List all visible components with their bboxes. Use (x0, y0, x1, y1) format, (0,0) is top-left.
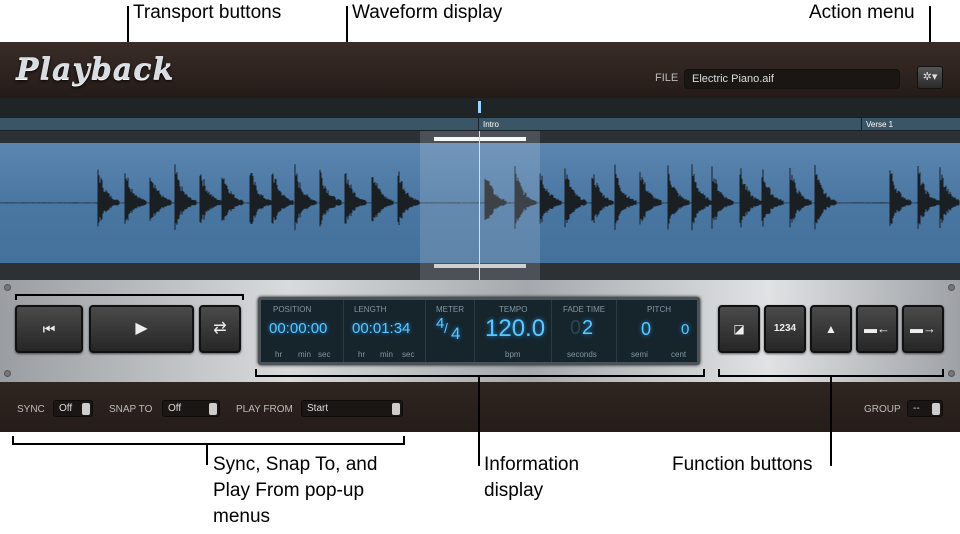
loop-icon: ⇄ (213, 320, 227, 337)
metronome-button[interactable]: ▲ (810, 305, 852, 353)
callout-action-menu: Action menu (809, 2, 915, 23)
pitch-semi-value: 0 (641, 319, 652, 339)
skip-back-icon: ⏮ (42, 321, 56, 337)
callout-line: Sync, Snap To, and (213, 454, 378, 475)
callout-sync-snap-play: Sync, Snap To, and Play From pop-up menu… (213, 452, 377, 530)
arrow-right-icon: ▬→ (910, 321, 936, 336)
bracket (15, 294, 244, 296)
stepper-icon (209, 403, 217, 415)
file-label: FILE (655, 72, 679, 84)
meter-label: METER (436, 305, 464, 314)
callout-line: Play From pop-up (213, 480, 365, 501)
position-value: 00:00:00 (269, 320, 328, 337)
position-label: POSITION (273, 305, 312, 314)
tempo-unit: bpm (505, 350, 521, 359)
fade-time-label: FADE TIME (563, 305, 606, 314)
stepper-icon (392, 403, 400, 415)
metronome-icon: ▲ (825, 322, 837, 336)
callout-waveform: Waveform display (352, 2, 503, 23)
tempo-label: TEMPO (499, 305, 528, 314)
fade-time-value: 2 (582, 317, 594, 339)
go-to-start-button[interactable]: ⏮ (15, 305, 83, 353)
unit-sec: sec (318, 350, 331, 359)
pitch-semi-label: semi (631, 350, 648, 359)
length-value: 00:01:34 (352, 320, 411, 337)
unit-min: min (298, 350, 311, 359)
fade-icon: ◪ (733, 322, 745, 336)
fade-time-dim-digit: 0 (570, 317, 582, 339)
playback-plugin-window: Playback FILE Electric Piano.aif ✲▾ Intr… (0, 42, 960, 432)
information-display: POSITION 00:00:00 hr min sec LENGTH 00:0… (258, 297, 700, 365)
bracket (255, 375, 705, 377)
action-menu-button[interactable]: ✲▾ (917, 66, 943, 89)
unit-hr: hr (275, 350, 283, 359)
callout-transport: Transport buttons (133, 2, 282, 23)
pitch-cent-value: 0 (681, 321, 690, 338)
position-cell[interactable]: POSITION 00:00:00 hr min sec (261, 300, 344, 362)
play-button[interactable]: ▶ (89, 305, 194, 353)
callout-line: Information (484, 454, 580, 475)
sync-value: Off (59, 403, 73, 414)
snap-to-value: Off (168, 403, 182, 414)
meter-cell[interactable]: METER 4 / 4 (426, 300, 475, 362)
loop-button[interactable]: ⇄ (199, 305, 241, 353)
count-in-button[interactable]: 1234 (764, 305, 806, 353)
bracket (12, 443, 405, 445)
pitch-cent-label: cent (671, 350, 687, 359)
play-from-label: PLAY FROM (236, 404, 293, 415)
file-field[interactable]: Electric Piano.aif (684, 69, 900, 89)
length-cell[interactable]: LENGTH 00:01:34 hr min sec (344, 300, 426, 362)
sync-label: SYNC (17, 404, 45, 415)
playhead-marker[interactable] (478, 101, 481, 113)
stepper-icon (82, 403, 90, 415)
snap-to-popup[interactable]: Off (162, 400, 220, 417)
play-from-value: Start (307, 403, 329, 414)
pitch-cell[interactable]: PITCH 0 0 semi cent (617, 300, 697, 362)
marker-verse-1[interactable]: Verse 1 (861, 118, 960, 131)
group-value: -- (913, 403, 920, 414)
sync-popup[interactable]: Off (53, 400, 93, 417)
arrow-left-icon: ▬← (864, 321, 890, 336)
playhead-region[interactable] (420, 131, 540, 280)
unit-min: min (380, 350, 393, 359)
fade-button[interactable]: ◪ (718, 305, 760, 353)
callout-function: Function buttons (672, 454, 813, 475)
unit-sec: sec (402, 350, 415, 359)
group-popup[interactable]: -- (907, 400, 943, 417)
callout-line: display (484, 480, 544, 501)
tempo-value: 120.0 (485, 315, 546, 342)
header: Playback FILE Electric Piano.aif ✲▾ (0, 42, 960, 98)
marker-intro[interactable]: Intro (478, 118, 862, 131)
callout-information: Information display (484, 452, 579, 504)
pitch-label: PITCH (647, 305, 671, 314)
count-in-label: 1234 (773, 323, 797, 334)
stepper-icon (932, 403, 940, 415)
bottom-bar: SYNC Off SNAP TO Off PLAY FROM Start GRO… (0, 382, 960, 432)
gear-icon: ✲▾ (922, 71, 938, 83)
play-from-popup[interactable]: Start (301, 400, 403, 417)
meter-denominator: 4 (451, 324, 461, 343)
marker-track: Intro Verse 1 (0, 117, 960, 131)
unit-hr: hr (358, 350, 366, 359)
group-label: GROUP (864, 404, 901, 415)
follow-left-button[interactable]: ▬← (856, 305, 898, 353)
length-label: LENGTH (354, 305, 387, 314)
callout-line: menus (213, 506, 271, 527)
play-icon: ▶ (135, 320, 148, 337)
ruler[interactable] (0, 98, 960, 117)
snap-to-label: SNAP TO (109, 404, 153, 415)
follow-right-button[interactable]: ▬→ (902, 305, 944, 353)
tempo-cell[interactable]: TEMPO 120.0 bpm (475, 300, 552, 362)
fade-time-cell[interactable]: FADE TIME 0 2 seconds (552, 300, 617, 362)
logo: Playback (16, 52, 175, 87)
fade-time-unit: seconds (567, 350, 597, 359)
